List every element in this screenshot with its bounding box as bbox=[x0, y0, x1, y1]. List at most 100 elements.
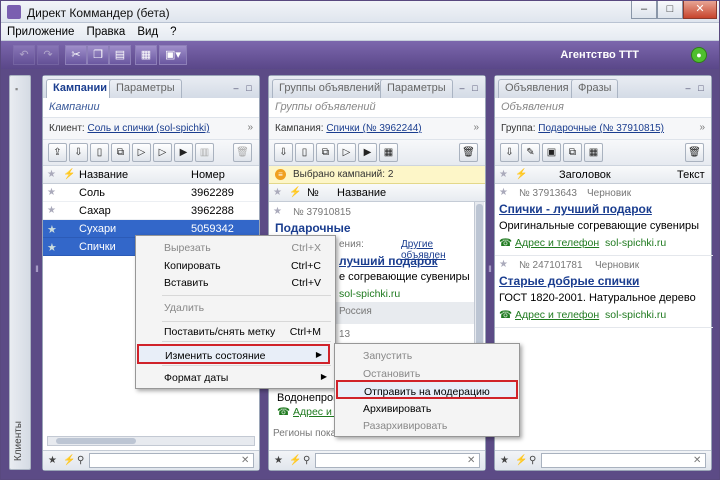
flash-column-icon[interactable]: ⚡ bbox=[63, 169, 75, 180]
copy-group-icon[interactable]: ⧉ bbox=[316, 143, 335, 162]
new-group-icon[interactable]: ▯ bbox=[295, 143, 314, 162]
star-column-icon[interactable]: ★ bbox=[273, 187, 282, 198]
contact-link[interactable]: ☎ Адрес и телефон bbox=[499, 309, 599, 321]
tab-phrases[interactable]: Фразы bbox=[571, 79, 619, 98]
menu-item-send-to-moderation[interactable]: Отправить на модерацию bbox=[336, 380, 518, 399]
menu-item-toggle-mark[interactable]: Поставить/снять метку Ctrl+M bbox=[138, 322, 333, 342]
trash-icon[interactable]: 🗑 bbox=[233, 143, 252, 162]
trash-icon[interactable]: 🗑 bbox=[459, 143, 478, 162]
col-number[interactable]: № bbox=[307, 187, 319, 199]
flash-column-icon[interactable]: ⚡ bbox=[289, 187, 301, 198]
download-icon[interactable]: ⇩ bbox=[69, 143, 88, 162]
campaign-link[interactable]: Спички (№ 3962244) bbox=[326, 123, 421, 134]
splitter-handle[interactable]: ‖ bbox=[34, 261, 40, 277]
flash-filter-icon[interactable]: ⚡ bbox=[289, 455, 301, 466]
search-input[interactable] bbox=[315, 453, 480, 468]
flash-filter-icon[interactable]: ⚡ bbox=[515, 455, 527, 466]
client-link[interactable]: Соль и спички (sol-spichki) bbox=[87, 123, 209, 134]
menu-item-paste[interactable]: Вставить Ctrl+V bbox=[138, 273, 333, 293]
col-text[interactable]: Текст bbox=[677, 169, 705, 181]
trash-icon[interactable]: 🗑 bbox=[685, 143, 704, 162]
ad-title[interactable]: Спички - лучший подарок bbox=[499, 202, 652, 216]
menu-edit[interactable]: Правка bbox=[80, 23, 131, 41]
moderate-icon[interactable]: ▶ bbox=[174, 143, 193, 162]
menu-item-change-state[interactable]: Изменить состояние ▶ bbox=[137, 344, 330, 364]
col-title[interactable]: Заголовок bbox=[559, 169, 611, 181]
group-link[interactable]: Подарочные (№ 37910815) bbox=[538, 123, 664, 134]
search-input[interactable] bbox=[89, 453, 254, 468]
copy-ad-icon[interactable]: ⧉ bbox=[563, 143, 582, 162]
upload-icon[interactable]: ⇪ bbox=[48, 143, 67, 162]
col-name[interactable]: Название bbox=[337, 187, 386, 199]
star-icon[interactable]: ★ bbox=[47, 205, 56, 216]
play-icon[interactable]: ▷ bbox=[337, 143, 356, 162]
star-icon[interactable]: ★ bbox=[499, 259, 508, 270]
contact-link[interactable]: ☎ Адрес и телефон bbox=[499, 237, 599, 249]
campaign-row[interactable]: ★ Сахар 3962288 bbox=[43, 202, 259, 220]
panel-maximize-icon[interactable]: □ bbox=[696, 83, 706, 93]
tab-ads[interactable]: Объявления bbox=[498, 79, 576, 98]
image-icon[interactable]: ▣ bbox=[542, 143, 561, 162]
menu-item-unarchive[interactable]: Разархивировать bbox=[337, 416, 517, 436]
col-number[interactable]: Номер bbox=[191, 169, 225, 181]
star-filter-icon[interactable]: ★ bbox=[500, 455, 509, 466]
panel-maximize-icon[interactable]: □ bbox=[470, 83, 480, 93]
menu-item-start[interactable]: Запустить bbox=[337, 346, 517, 366]
ad-item[interactable]: ★ № 247101781 Черновик Старые добрые спи… bbox=[495, 256, 713, 328]
ad-item[interactable]: ★ № 37913643 Черновик Спички - лучший по… bbox=[495, 184, 713, 256]
menu-help[interactable]: ? bbox=[164, 23, 182, 41]
close-button[interactable]: ✕ bbox=[683, 1, 717, 19]
search-input[interactable] bbox=[541, 453, 706, 468]
star-icon[interactable]: ★ bbox=[47, 187, 56, 198]
menu-item-cut[interactable]: Вырезать Ctrl+X bbox=[138, 238, 333, 258]
edit-ad-icon[interactable]: ✎ bbox=[521, 143, 540, 162]
clear-search-icon[interactable]: ✕ bbox=[693, 455, 701, 466]
panel-minimize-icon[interactable]: – bbox=[231, 83, 241, 93]
star-filter-icon[interactable]: ★ bbox=[48, 455, 57, 466]
tab-campaigns[interactable]: Кампании bbox=[46, 79, 115, 99]
panel-minimize-icon[interactable]: – bbox=[457, 83, 467, 93]
menu-item-date-format[interactable]: Формат даты ▶ bbox=[138, 368, 333, 388]
tab-campaign-params[interactable]: Параметры bbox=[109, 79, 182, 98]
collapse-icon[interactable]: » bbox=[247, 122, 253, 133]
maximize-button[interactable]: □ bbox=[657, 1, 683, 19]
star-icon[interactable]: ★ bbox=[47, 241, 57, 254]
ad-title[interactable]: Старые добрые спички bbox=[499, 274, 639, 288]
table-icon[interactable]: ▦ bbox=[584, 143, 603, 162]
play-icon[interactable]: ▷ bbox=[132, 143, 151, 162]
copy-campaign-icon[interactable]: ⧉ bbox=[111, 143, 130, 162]
tab-adgroup-params[interactable]: Параметры bbox=[380, 79, 453, 98]
clear-search-icon[interactable]: ✕ bbox=[467, 455, 475, 466]
layout-dropdown-icon[interactable]: ▣▾ bbox=[159, 45, 187, 65]
clear-search-icon[interactable]: ✕ bbox=[241, 455, 249, 466]
redo-icon[interactable]: ↷ bbox=[37, 45, 59, 65]
table-view-icon[interactable]: ▦ bbox=[135, 45, 157, 65]
cut-icon[interactable]: ✂ bbox=[65, 45, 87, 65]
star-column-icon[interactable]: ★ bbox=[47, 169, 56, 180]
menu-item-delete[interactable]: Удалить bbox=[138, 298, 333, 318]
paste-icon[interactable]: ▤ bbox=[109, 45, 131, 65]
collapse-icon[interactable]: » bbox=[473, 122, 479, 133]
star-icon[interactable]: ★ bbox=[273, 206, 282, 217]
copy-icon[interactable]: ❐ bbox=[87, 45, 109, 65]
collapse-icon[interactable]: » bbox=[699, 122, 705, 133]
table-icon[interactable]: ▦ bbox=[379, 143, 398, 162]
download-icon[interactable]: ⇩ bbox=[274, 143, 293, 162]
new-campaign-icon[interactable]: ▯ bbox=[90, 143, 109, 162]
star-filter-icon[interactable]: ★ bbox=[274, 455, 283, 466]
menu-app[interactable]: Приложение bbox=[1, 23, 80, 41]
stats-icon[interactable]: ▥ bbox=[195, 143, 214, 162]
panel-maximize-icon[interactable]: □ bbox=[244, 83, 254, 93]
splitter-handle[interactable]: ‖ bbox=[487, 261, 493, 277]
undo-icon[interactable]: ↶ bbox=[13, 45, 35, 65]
campaign-row[interactable]: ★ Соль 3962289 bbox=[43, 184, 259, 202]
menu-view[interactable]: Вид bbox=[131, 23, 164, 41]
star-icon[interactable]: ★ bbox=[499, 187, 508, 198]
star-column-icon[interactable]: ★ bbox=[499, 169, 508, 180]
col-name[interactable]: Название bbox=[79, 169, 128, 181]
panel-minimize-icon[interactable]: – bbox=[683, 83, 693, 93]
tab-adgroups[interactable]: Группы объявлений bbox=[272, 79, 388, 98]
flash-column-icon[interactable]: ⚡ bbox=[515, 169, 527, 180]
star-icon[interactable]: ★ bbox=[47, 223, 57, 236]
download-icon[interactable]: ⇩ bbox=[500, 143, 519, 162]
